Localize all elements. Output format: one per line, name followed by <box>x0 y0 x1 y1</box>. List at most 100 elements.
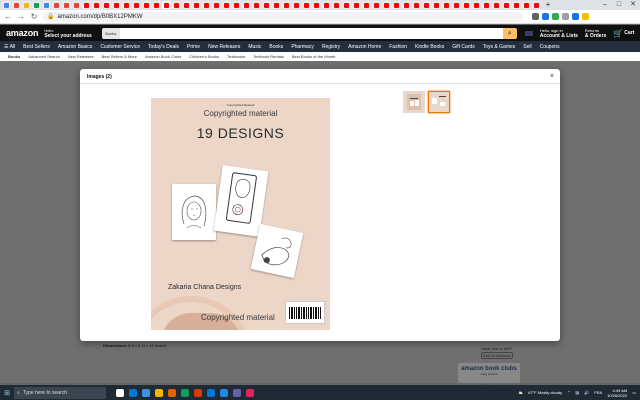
reload-icon[interactable]: ↻ <box>30 12 38 21</box>
taskbar-app-icon[interactable] <box>116 388 124 397</box>
language-indicator[interactable]: FRA <box>594 390 602 395</box>
browser-tab[interactable] <box>462 1 471 9</box>
nav-item[interactable]: Toys & Games <box>483 44 516 50</box>
browser-tab[interactable] <box>12 1 21 9</box>
cart[interactable]: 🛒 Cart <box>613 29 634 37</box>
browser-tab[interactable] <box>442 1 451 9</box>
browser-tab[interactable] <box>282 1 291 9</box>
returns-orders[interactable]: Returns & Orders <box>585 28 606 39</box>
browser-tab[interactable] <box>132 1 141 9</box>
taskbar-app-icon[interactable] <box>207 388 215 397</box>
browser-tab[interactable] <box>262 1 271 9</box>
nav-item[interactable]: Today's Deals <box>148 44 179 50</box>
nav-item[interactable]: Amazon Home <box>348 44 381 50</box>
extension-icon[interactable] <box>562 13 569 20</box>
forward-icon[interactable]: → <box>17 12 25 21</box>
nav-item[interactable]: Best Sellers <box>23 44 50 50</box>
browser-tab[interactable] <box>52 1 61 9</box>
subnav-item[interactable]: Best Sellers & More <box>102 54 137 59</box>
browser-tab[interactable] <box>192 1 201 9</box>
nav-item[interactable]: Fashion <box>389 44 407 50</box>
tray-chevron-icon[interactable]: ⌃ <box>567 390 570 395</box>
subnav-item[interactable]: Books <box>8 54 20 59</box>
browser-tab[interactable] <box>332 1 341 9</box>
browser-tab[interactable] <box>82 1 91 9</box>
browser-tab[interactable] <box>92 1 101 9</box>
browser-tab[interactable] <box>292 1 301 9</box>
browser-tab[interactable] <box>402 1 411 9</box>
network-icon[interactable]: ▤ <box>575 390 579 395</box>
nav-item[interactable]: Sell <box>523 44 531 50</box>
search-input[interactable] <box>119 27 503 39</box>
nav-item[interactable]: ☰ All <box>4 44 15 50</box>
subnav-item[interactable]: Best Books of the Month <box>292 54 336 59</box>
browser-tab[interactable] <box>42 1 51 9</box>
taskbar-app-icon[interactable] <box>246 388 254 397</box>
nav-item[interactable]: Pharmacy <box>291 44 314 50</box>
extension-icon[interactable] <box>552 13 559 20</box>
browser-tab[interactable] <box>252 1 261 9</box>
back-icon[interactable]: ← <box>4 12 12 21</box>
extension-icon[interactable] <box>572 13 579 20</box>
browser-tab[interactable] <box>512 1 521 9</box>
taskbar-app-icon[interactable] <box>220 388 228 397</box>
browser-tab[interactable] <box>372 1 381 9</box>
browser-tab[interactable] <box>352 1 361 9</box>
browser-tab[interactable] <box>302 1 311 9</box>
weather-text[interactable]: 67°F Mostly cloudy <box>528 390 562 395</box>
taskbar-app-icon[interactable] <box>233 388 241 397</box>
taskbar-app-icon[interactable] <box>155 388 163 397</box>
book-clubs-banner[interactable]: amazon book clubs early access <box>458 363 520 383</box>
minimize-icon[interactable]: – <box>598 0 612 10</box>
browser-tab[interactable] <box>492 1 501 9</box>
taskbar-app-icon[interactable] <box>194 388 202 397</box>
nav-item[interactable]: Music <box>248 44 261 50</box>
browser-tab[interactable] <box>522 1 531 9</box>
clock[interactable]: 4:49 AM 10/26/2022 <box>607 388 627 398</box>
browser-tab[interactable] <box>392 1 401 9</box>
browser-tab[interactable] <box>482 1 491 9</box>
subnav-item[interactable]: Advanced Search <box>28 54 60 59</box>
browser-tab[interactable] <box>422 1 431 9</box>
browser-tab[interactable] <box>272 1 281 9</box>
new-tab-icon[interactable]: + <box>544 1 552 9</box>
browser-tab[interactable] <box>532 1 541 9</box>
notifications-icon[interactable]: ▭ <box>632 390 636 395</box>
subnav-item[interactable]: Textbooks <box>227 54 245 59</box>
browser-tab[interactable] <box>22 1 31 9</box>
flag-icon[interactable] <box>524 30 533 36</box>
browser-tab[interactable] <box>212 1 221 9</box>
deliver-to[interactable]: Hello Select your address <box>44 28 92 39</box>
browser-tab[interactable] <box>122 1 131 9</box>
browser-tab[interactable] <box>62 1 71 9</box>
browser-tab[interactable] <box>2 1 11 9</box>
browser-tab[interactable] <box>222 1 231 9</box>
nav-item[interactable]: Registry <box>322 44 340 50</box>
browser-tab[interactable] <box>502 1 511 9</box>
taskbar-app-icon[interactable] <box>142 388 150 397</box>
browser-tab[interactable] <box>452 1 461 9</box>
browser-tab[interactable] <box>312 1 321 9</box>
browser-tab[interactable] <box>112 1 121 9</box>
browser-tab[interactable] <box>412 1 421 9</box>
browser-tab[interactable] <box>362 1 371 9</box>
windows-start-icon[interactable]: ⊞ <box>0 389 14 397</box>
account-lists[interactable]: Hello, sign in Account & Lists <box>540 28 578 39</box>
browser-tab[interactable] <box>472 1 481 9</box>
browser-tab[interactable] <box>152 1 161 9</box>
taskbar-search-input[interactable]: ⌕ Type here to search <box>14 386 106 399</box>
nav-item[interactable]: Kindle Books <box>415 44 444 50</box>
thumbnail-1[interactable] <box>403 91 425 113</box>
close-icon[interactable]: × <box>550 73 554 80</box>
maximize-icon[interactable]: □ <box>612 0 626 10</box>
subnav-item[interactable]: New Releases <box>68 54 94 59</box>
browser-tab[interactable] <box>32 1 41 9</box>
nav-item[interactable]: Coupons <box>540 44 560 50</box>
nav-item[interactable]: Gift Cards <box>452 44 475 50</box>
nav-item[interactable]: Books <box>269 44 283 50</box>
browser-tab[interactable] <box>242 1 251 9</box>
browser-tab[interactable] <box>432 1 441 9</box>
nav-item[interactable]: Prime <box>187 44 200 50</box>
nav-item[interactable]: New Releases <box>208 44 240 50</box>
browser-tab[interactable] <box>102 1 111 9</box>
